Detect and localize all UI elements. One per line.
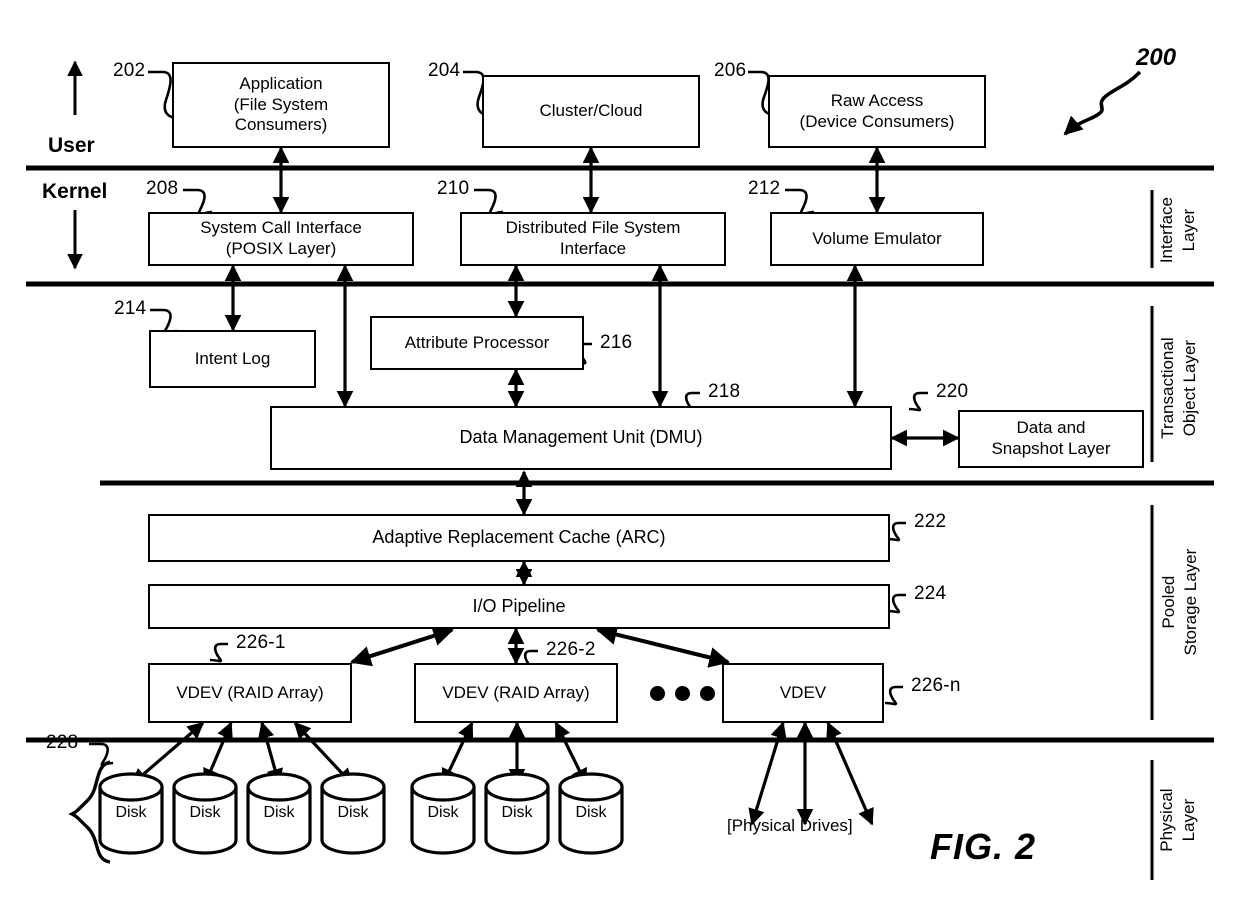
side-label-interface-line-1: Interface — [1156, 197, 1176, 264]
ref-208: 208 — [146, 178, 179, 199]
box-vdev-2-line-1: VDEV (RAID Array) — [442, 682, 590, 702]
figure-canvas: User Kernel 200 Application (File System… — [0, 0, 1240, 903]
box-cluster-cloud-line-1: Cluster/Cloud — [539, 101, 643, 121]
ref-226-2: 226-2 — [546, 639, 596, 660]
ref-216: 216 — [600, 332, 633, 353]
box-intent-log-line-1: Intent Log — [194, 348, 271, 368]
kernel-label: Kernel — [42, 180, 108, 203]
box-dsl-line-2: Snapshot Layer — [991, 439, 1111, 458]
disk-2[interactable]: Disk — [174, 774, 236, 852]
disk-label: Disk — [427, 804, 459, 821]
ref-204: 204 — [428, 60, 461, 81]
ref-226-n: 226-n — [911, 675, 961, 696]
ref-202: 202 — [113, 60, 146, 81]
box-intent-log[interactable]: Intent Log — [149, 330, 316, 388]
box-vdev-n[interactable]: VDEV — [722, 663, 884, 723]
system-ref-arrow — [1063, 70, 1142, 136]
ref-220: 220 — [936, 381, 969, 402]
disk-label: Disk — [263, 804, 295, 821]
box-io-pipeline[interactable]: I/O Pipeline — [148, 584, 890, 629]
box-dmu-line-1: Data Management Unit (DMU) — [459, 427, 703, 448]
box-attribute-processor-line-1: Attribute Processor — [404, 332, 550, 352]
box-data-snapshot-layer[interactable]: Data and Snapshot Layer — [958, 410, 1144, 468]
disk-7[interactable]: Disk — [560, 774, 622, 852]
ref-228: 228 — [46, 732, 79, 753]
box-dmu[interactable]: Data Management Unit (DMU) — [270, 406, 892, 470]
disk-label: Disk — [501, 804, 533, 821]
box-vdev-1[interactable]: VDEV (RAID Array) — [148, 663, 352, 723]
box-volume-emulator-line-1: Volume Emulator — [812, 228, 942, 248]
box-application-line-3: Consumers) — [234, 115, 328, 135]
connector-arrow-diagonal — [350, 624, 731, 668]
system-ref-200: 200 — [1136, 44, 1177, 71]
box-vdev-n-line-1: VDEV — [779, 682, 827, 702]
disk-1[interactable]: Disk — [100, 774, 162, 852]
box-arc-line-1: Adaptive Replacement Cache (ARC) — [372, 527, 666, 548]
side-label-transactional-object-layer: Transactional Object Layer — [1157, 317, 1201, 459]
ref-224: 224 — [914, 583, 947, 604]
ref-226-1: 226-1 — [236, 632, 286, 653]
disk-label: Disk — [575, 804, 607, 821]
disk-label: Disk — [115, 804, 147, 821]
disk-3[interactable]: Disk — [248, 774, 310, 852]
ref-222: 222 — [914, 511, 947, 532]
box-application-line-1: Application — [239, 73, 323, 93]
ref-212: 212 — [748, 178, 781, 199]
disk-5[interactable]: Disk — [412, 774, 474, 852]
side-label-transactional-line-1: Transactional — [1157, 337, 1177, 439]
side-label-pooled-line-2: Storage Layer — [1181, 548, 1200, 656]
box-dfsi-line-1: Distributed File System — [505, 218, 681, 238]
box-raw-access-line-2: (Device Consumers) — [799, 111, 955, 131]
box-vdev-1-line-1: VDEV (RAID Array) — [176, 682, 324, 702]
box-sci-line-2: (POSIX Layer) — [225, 239, 337, 258]
user-label: User — [48, 134, 95, 157]
side-label-pooled-storage-layer: Pooled Storage Layer — [1158, 534, 1202, 670]
side-label-interface-line-2: Layer — [1179, 208, 1198, 252]
box-distributed-fs-interface[interactable]: Distributed File System Interface — [460, 212, 726, 266]
physical-drives-label: [Physical Drives] — [727, 816, 853, 835]
box-raw-access[interactable]: Raw Access (Device Consumers) — [768, 75, 986, 148]
ref-218: 218 — [708, 381, 741, 402]
box-arc[interactable]: Adaptive Replacement Cache (ARC) — [148, 514, 890, 562]
side-label-transactional-line-2: Object Layer — [1180, 339, 1199, 437]
box-raw-access-line-1: Raw Access — [830, 90, 924, 110]
box-sci-line-1: System Call Interface — [200, 218, 362, 238]
box-dfsi-line-2: Interface — [559, 239, 627, 258]
box-application[interactable]: Application (File System Consumers) — [172, 62, 390, 148]
disk-label: Disk — [337, 804, 369, 821]
box-cluster-cloud[interactable]: Cluster/Cloud — [482, 75, 700, 148]
box-io-pipeline-line-1: I/O Pipeline — [472, 595, 566, 616]
box-volume-emulator[interactable]: Volume Emulator — [770, 212, 984, 266]
box-attribute-processor[interactable]: Attribute Processor — [370, 316, 584, 370]
disk-label: Disk — [189, 804, 221, 821]
ref-206: 206 — [714, 60, 747, 81]
side-label-pooled-line-1: Pooled — [1158, 575, 1178, 629]
disk-6[interactable]: Disk — [486, 774, 548, 852]
ref-214: 214 — [114, 298, 147, 319]
disk-4[interactable]: Disk — [322, 774, 384, 852]
box-application-line-2: (File System — [233, 94, 329, 114]
side-label-physical-layer: Physical Layer — [1156, 760, 1200, 880]
side-label-physical-line-1: Physical — [1156, 788, 1176, 852]
box-dsl-line-1: Data and — [1016, 418, 1086, 438]
ellipsis-dots — [650, 686, 715, 701]
side-label-interface-layer: Interface Layer — [1156, 170, 1200, 290]
figure-caption: FIG. 2 — [930, 826, 1037, 867]
ref-210: 210 — [437, 178, 470, 199]
box-vdev-2[interactable]: VDEV (RAID Array) — [414, 663, 618, 723]
box-system-call-interface[interactable]: System Call Interface (POSIX Layer) — [148, 212, 414, 266]
side-label-physical-line-2: Layer — [1179, 798, 1198, 842]
